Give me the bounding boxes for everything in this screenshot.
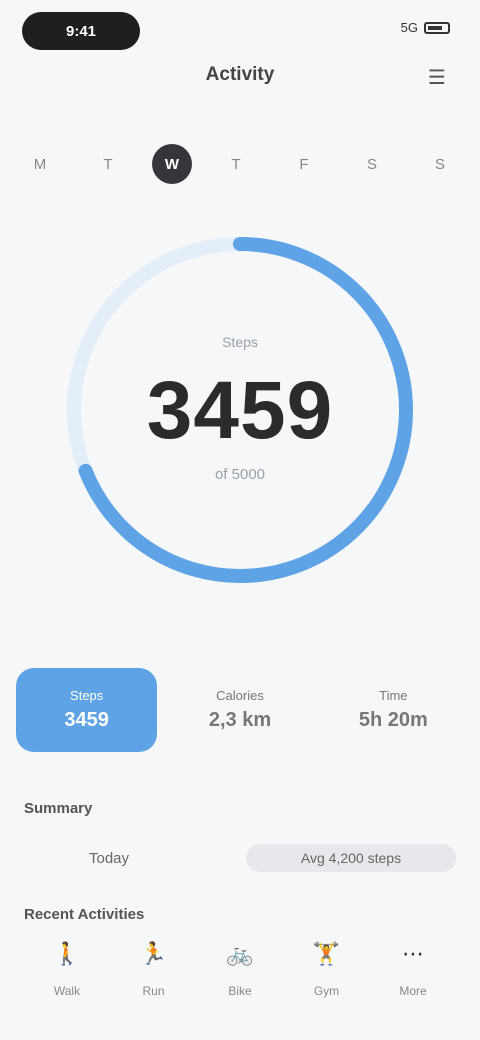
summary-title: Summary: [24, 800, 93, 817]
ring-value: 3459: [146, 365, 334, 456]
more-icon: ⋯: [402, 941, 424, 966]
metric-tabs: Steps 3459 Calories 2,3 km Time 5h 20m: [16, 668, 464, 752]
tab-1[interactable]: Calories 2,3 km: [169, 668, 310, 752]
day-4[interactable]: F: [280, 140, 328, 188]
gym-icon: 🏋: [312, 941, 341, 966]
status-indicators: 5G: [401, 20, 450, 35]
summary-row: Today Avg 4,200 steps: [24, 838, 456, 878]
summary-left[interactable]: Today: [24, 850, 194, 867]
day-6[interactable]: S: [416, 140, 464, 188]
day-3[interactable]: T: [212, 140, 260, 188]
status-bar: 9:41 5G: [0, 0, 480, 64]
tab-0[interactable]: Steps 3459: [16, 668, 158, 752]
walk-icon: 🚶: [53, 941, 81, 966]
bike-icon: 🚲: [226, 941, 254, 966]
week-selector: MTWTFSS: [16, 140, 464, 190]
activity-item[interactable]: ⋯ More: [378, 932, 448, 1012]
activity-item[interactable]: 🏋 Gym: [292, 932, 362, 1012]
activity-list: 🚶 Walk 🏃 Run 🚲 Bike 🏋 Gym ⋯ More: [32, 932, 448, 1012]
ring-label: Steps: [222, 334, 258, 350]
status-time-pill: 9:41: [22, 12, 140, 50]
battery-icon: [424, 21, 450, 34]
summary-right[interactable]: Avg 4,200 steps: [246, 844, 456, 872]
run-icon: 🏃: [139, 941, 168, 966]
tab-value: 3459: [64, 709, 109, 731]
activity-item[interactable]: 🏃 Run: [119, 932, 189, 1012]
activity-label: Bike: [228, 984, 252, 998]
day-1[interactable]: T: [84, 140, 132, 188]
tab-2[interactable]: Time 5h 20m: [323, 668, 464, 752]
day-5[interactable]: S: [348, 140, 396, 188]
activity-item[interactable]: 🚶 Walk: [32, 932, 102, 1012]
day-0[interactable]: M: [16, 140, 64, 188]
activity-label: Gym: [313, 984, 340, 998]
header: Activity ☰: [0, 56, 480, 96]
activity-item[interactable]: 🚲 Bike: [205, 932, 275, 1012]
activities-title: Recent Activities: [24, 906, 145, 923]
status-time: 9:41: [65, 22, 97, 40]
tab-title: Steps: [70, 688, 104, 703]
activity-label: Walk: [53, 984, 81, 998]
day-2[interactable]: W: [152, 144, 192, 184]
ring-unit: of 5000: [214, 466, 266, 483]
tab-value: 2,3 km: [208, 709, 272, 731]
tab-title: Calories: [216, 688, 264, 703]
tab-value: 5h 20m: [358, 709, 428, 731]
progress-ring: Steps 3459 of 5000: [56, 226, 424, 594]
activity-label: Run: [142, 984, 165, 998]
signal-label: 5G: [400, 20, 418, 35]
menu-icon[interactable]: ☰: [422, 62, 452, 92]
activity-label: More: [399, 984, 427, 998]
tab-title: Time: [379, 688, 408, 703]
page-title: Activity: [205, 64, 275, 85]
